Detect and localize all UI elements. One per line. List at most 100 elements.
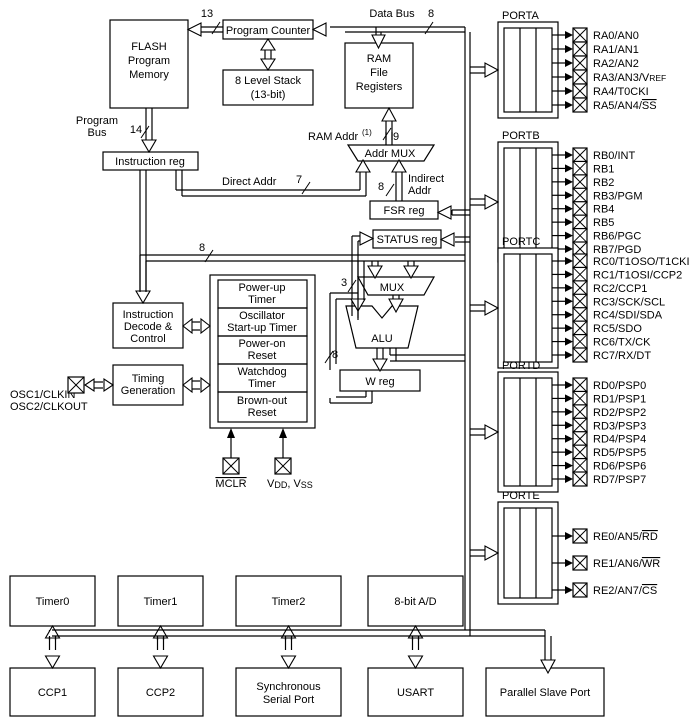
pin-label: RA0/AN0: [593, 30, 639, 42]
arrow-port-to-pin: [565, 324, 573, 333]
arrow-port-to-pin: [565, 31, 573, 39]
arrow-port-to-pin: [565, 73, 573, 81]
label-flash-l3: Memory: [129, 69, 169, 81]
port-label-portd: PORTD: [502, 360, 540, 372]
label-program-counter: Program Counter: [226, 25, 311, 37]
slash-direct-addr: [301, 181, 311, 195]
arrow-port-to-pin: [565, 532, 573, 540]
pin-label: RA3/AN3/VREF: [593, 72, 666, 84]
slash-ram-addr: [382, 127, 392, 141]
pin-label: RA2/AN2: [593, 58, 639, 70]
pin-label: RE2/AN7/CS: [593, 585, 657, 597]
port-group-portd: PORTD RD0/PSP0RD1/PSP1 RD2/PSP2RD3/PSP3 RD4…: [470, 360, 646, 493]
pin-label: RB3/PGM: [593, 190, 643, 202]
arrow-bus-to-mux2: [367, 265, 383, 280]
label-power-up-l1: Power-up: [238, 282, 285, 294]
peripheral-label: Timer0: [36, 596, 70, 608]
label-data-bus: Data Bus: [369, 8, 415, 20]
pin-label: RC7/RX/DT: [593, 350, 651, 362]
label-program-bus-l2: Bus: [88, 127, 107, 139]
pin-label: RA5/AN4/SS: [593, 100, 657, 112]
label-ram-l2: File: [370, 67, 388, 79]
arrow-port-to-pin: [565, 257, 573, 265]
pin-label-base: RA5/AN4/: [593, 100, 643, 112]
pin-label-base: RE2/AN7/: [593, 585, 643, 597]
port-outer-box-portc: [497, 247, 559, 369]
pin-label: RD7/PSP7: [593, 474, 646, 486]
vss-comma: , V: [287, 478, 301, 490]
pin-label-overline: CS: [642, 585, 657, 597]
pin-label: RD4/PSP4: [593, 434, 646, 446]
peripheral-label: Parallel Slave Port: [500, 687, 591, 699]
port-group-porta: PORTARA0/AN0RA1/AN1RA2/AN2RA3/AN3/VREFRA…: [470, 10, 666, 119]
arrow-port-to-pin: [565, 218, 573, 227]
port-outer-box-porta: [497, 21, 559, 119]
arrow-databus-to-fsr: [436, 205, 452, 220]
block-diagram-canvas: FLASH Program Memory Program Counter 8 L…: [0, 0, 692, 722]
port-group-portb: PORTB RB0/INTRB1 RB2RB3/PGM RB4RB5 RB6/PGCRB…: [470, 130, 643, 263]
pin-label: RD6/PSP6: [593, 461, 646, 473]
pin-label: RC6/TX/CK: [593, 337, 651, 349]
arrow-port-to-pin: [565, 231, 573, 240]
buswidth-flash-to-ireg: 14: [130, 124, 142, 136]
arrow-timing-reset-left: [182, 376, 193, 394]
label-w-reg: W reg: [365, 376, 394, 388]
label-osc-start-l2: Start-up Timer: [227, 322, 297, 334]
peripheral-label: Timer1: [144, 596, 178, 608]
pin-label-overline: RD: [642, 531, 658, 543]
pin-label: RC5/SDO: [593, 323, 642, 335]
vdd-dd: DD: [274, 480, 287, 490]
buswidth-pc-to-flash: 13: [201, 8, 213, 20]
arrow-alu-to-status: [359, 231, 375, 246]
peripheral-label: Serial Port: [263, 694, 314, 706]
label-ram-l3: Registers: [356, 81, 403, 93]
arrow-port-to-pin: [565, 245, 573, 253]
pin-label: RB4: [593, 204, 614, 216]
slash-flash-ireg: [140, 125, 150, 139]
arrow-bus-to-peripheral: [280, 655, 297, 670]
arrow-port-to-pin: [565, 434, 573, 443]
arrow-osc-right: [103, 377, 114, 393]
arrow-timing-reset-right: [200, 376, 211, 394]
pin-label: RA1/AN1: [593, 44, 639, 56]
arrow-port-to-pin: [565, 87, 573, 95]
arrow-port-to-pin: [565, 475, 573, 483]
peripheral-bottom-ccp1: CCP1: [9, 636, 96, 717]
pin-label: RB0/INT: [593, 150, 635, 162]
label-direct-addr: Direct Addr: [222, 176, 277, 188]
slash-indirect: [385, 183, 395, 197]
pin-label-overline: SS: [642, 100, 657, 112]
arrow-pc-stack-up: [259, 37, 277, 51]
peripheral-label: CCP2: [146, 687, 175, 699]
arrow-port-to-pin: [565, 351, 573, 359]
arrow-port-to-pin: [565, 204, 573, 213]
label-mux: MUX: [380, 282, 405, 294]
arrow-bus-to-port: [484, 194, 500, 210]
arrow-port-to-pin: [565, 45, 573, 53]
pin-label: RB6/PGC: [593, 231, 641, 243]
label-fsr-reg: FSR reg: [384, 205, 425, 217]
peripheral-bottom-synchronous: SynchronousSerial Port: [235, 636, 342, 717]
label-ram-addr-note: (1): [362, 128, 372, 137]
arrow-port-to-pin: [565, 297, 573, 306]
arrow-pc-stack-down: [259, 58, 277, 72]
arrow-bus-to-port: [484, 300, 500, 316]
arrow-port-to-pin: [565, 270, 573, 279]
pin-label: RE1/AN6/WR: [593, 558, 660, 570]
arrow-port-to-pin: [565, 559, 573, 567]
pin-label-base: RE0/AN5/: [593, 531, 643, 543]
peripheral-label: Synchronous: [256, 681, 321, 693]
label-instruction-reg: Instruction reg: [115, 156, 185, 168]
port-outer-box-portd: [497, 371, 559, 493]
pin-label: RD0/PSP0: [593, 380, 646, 392]
label-por-l1: Power-on: [238, 338, 285, 350]
pin-label: RE0/AN5/RD: [593, 531, 658, 543]
arrow-port-to-pin: [565, 151, 573, 159]
ports-layer: PORTARA0/AN0RA1/AN1RA2/AN2RA3/AN3/VREFRA…: [470, 10, 690, 605]
arrow-decode-reset-left: [182, 317, 193, 335]
pin-label: RB5: [593, 217, 614, 229]
label-flash-l1: FLASH: [131, 41, 167, 53]
arrow-addrmux-to-ram: [381, 106, 397, 122]
arrow-port-to-pin: [565, 337, 573, 346]
arrow-databus-to-pc: [311, 22, 327, 37]
